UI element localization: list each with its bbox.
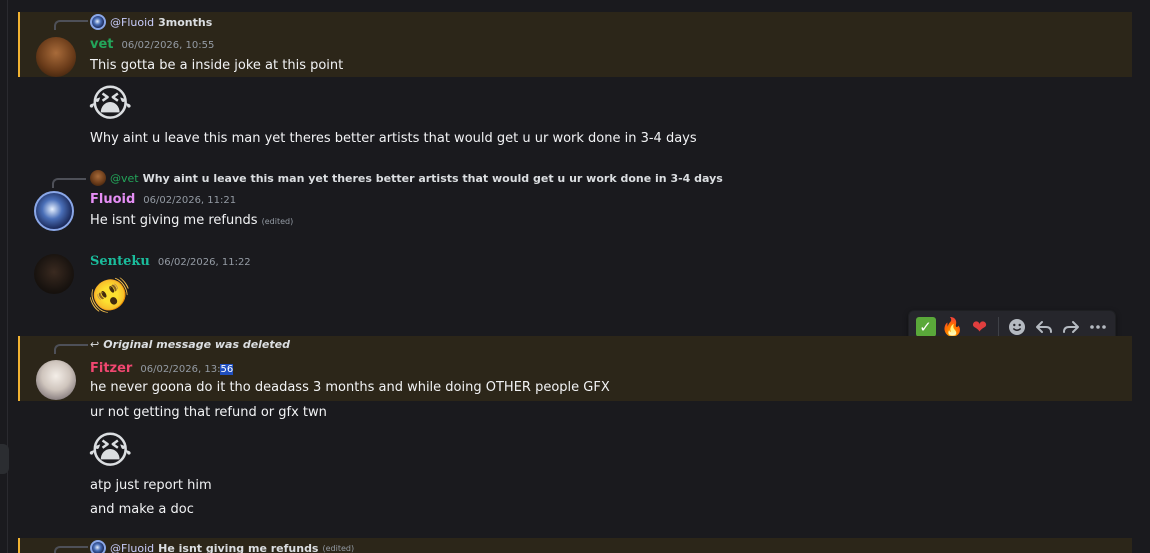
timestamp-prefix: 06/02/2026, 13: bbox=[140, 364, 221, 375]
reply-text: 3months bbox=[158, 15, 213, 29]
message-text: atp just report him bbox=[90, 478, 212, 493]
message-text: Why aint u leave this man yet theres bet… bbox=[90, 131, 697, 146]
author-name[interactable]: Fluoid bbox=[90, 192, 135, 207]
message-text: he never goona do it tho deadass 3 month… bbox=[90, 380, 610, 395]
avatar[interactable] bbox=[36, 37, 76, 77]
timestamp: 06/02/2026, 10:55 bbox=[121, 40, 215, 51]
deleted-notice: Original message was deleted bbox=[103, 338, 290, 351]
reply-connector bbox=[52, 178, 86, 188]
reply-connector bbox=[54, 546, 88, 553]
timestamp: 06/02/2026, 11:22 bbox=[157, 257, 251, 268]
reply-preview[interactable]: @vet Why aint u leave this man yet there… bbox=[90, 170, 723, 186]
reply-avatar bbox=[90, 170, 106, 186]
reply-mention[interactable]: @Fluoid bbox=[110, 16, 154, 29]
message-text: He isnt giving me refunds (edited) bbox=[90, 213, 293, 228]
heart-icon: ❤ bbox=[971, 316, 988, 338]
fire-icon: 🔥 bbox=[941, 316, 964, 338]
reply-avatar bbox=[90, 540, 106, 553]
message-body: He isnt giving me refunds bbox=[90, 213, 258, 228]
crying-emoji: 😭 bbox=[88, 81, 133, 125]
message-vet[interactable]: @Fluoid 3months vet 06/02/2026, 10:55 Th… bbox=[18, 12, 1132, 77]
forward-icon bbox=[1063, 321, 1080, 333]
message-text: This gotta be a inside joke at this poin… bbox=[90, 58, 344, 73]
message-text: and make a doc bbox=[90, 502, 194, 517]
reply-text: Why aint u leave this man yet theres bet… bbox=[142, 171, 723, 185]
avatar[interactable] bbox=[34, 254, 74, 294]
reply-icon bbox=[1036, 321, 1053, 333]
reply-avatar bbox=[90, 14, 106, 30]
crying-emoji: 😭 bbox=[88, 428, 133, 472]
message-partial[interactable]: @Fluoid He isnt giving me refunds (edite… bbox=[18, 538, 1132, 553]
reply-preview: ↩ Original message was deleted bbox=[90, 338, 290, 351]
reply-mention[interactable]: @Fluoid bbox=[110, 542, 154, 553]
more-icon bbox=[1090, 325, 1107, 329]
smiley-icon bbox=[1009, 319, 1026, 335]
avatar[interactable] bbox=[34, 191, 74, 231]
author-name[interactable]: Fitzer bbox=[90, 361, 132, 376]
sidebar-collapse-handle[interactable] bbox=[0, 444, 9, 474]
author-name[interactable]: Senteku bbox=[90, 254, 150, 269]
shaking-face-emoji: 🫨 bbox=[88, 276, 131, 316]
edited-tag: (edited) bbox=[322, 543, 355, 553]
selected-text: 56 bbox=[220, 364, 234, 375]
author-name[interactable]: vet bbox=[90, 37, 114, 52]
message-text: ur not getting that refund or gfx twn bbox=[90, 405, 327, 420]
timestamp: 06/02/2026, 11:21 bbox=[143, 195, 237, 206]
message-fitzer[interactable]: ↩ Original message was deleted Fitzer 06… bbox=[18, 336, 1132, 401]
reply-connector bbox=[54, 20, 88, 30]
reply-preview[interactable]: @Fluoid He isnt giving me refunds (edite… bbox=[90, 540, 354, 553]
deleted-reply-icon: ↩ bbox=[90, 338, 100, 351]
reply-mention[interactable]: @vet bbox=[110, 172, 139, 185]
timestamp: 06/02/2026, 13:56 bbox=[140, 364, 234, 375]
reply-text: He isnt giving me refunds bbox=[158, 541, 319, 553]
avatar[interactable] bbox=[36, 360, 76, 400]
edited-tag: (edited) bbox=[261, 217, 294, 226]
check-icon: ✓ bbox=[915, 317, 936, 337]
toolbar-divider bbox=[998, 317, 999, 337]
reply-preview[interactable]: @Fluoid 3months bbox=[90, 14, 212, 30]
reply-connector bbox=[54, 344, 88, 354]
